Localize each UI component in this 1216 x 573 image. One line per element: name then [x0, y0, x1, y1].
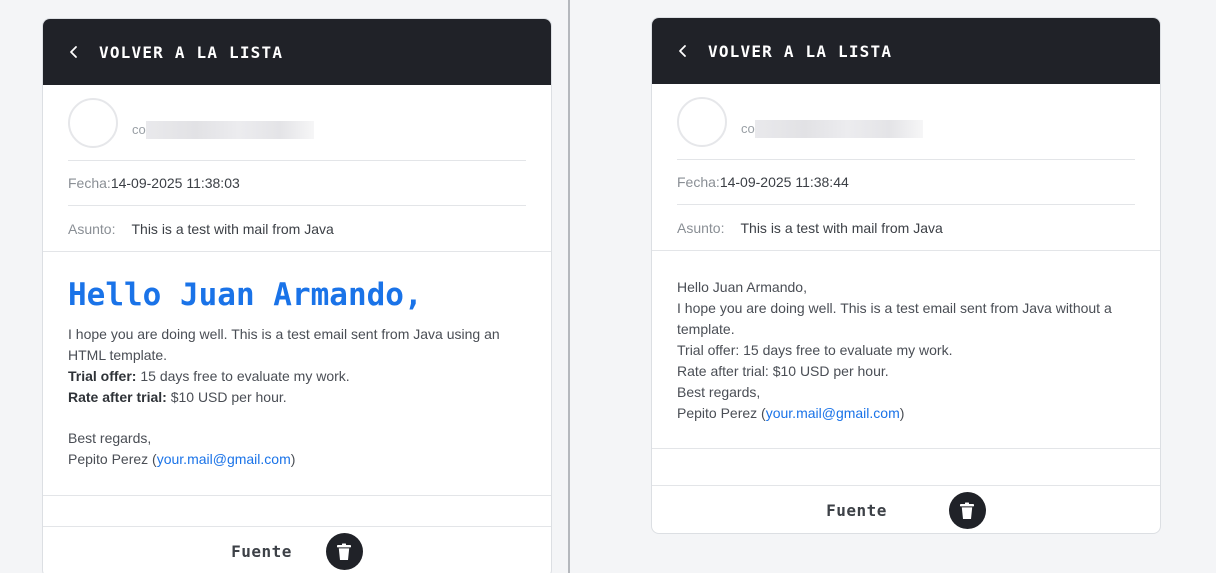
divider — [43, 495, 551, 496]
subject-value: This is a test with mail from Java — [740, 219, 943, 236]
date-value: 14-09-2025 11:38:03 — [110, 175, 240, 191]
subject-label: Asunto: — [677, 219, 725, 236]
back-to-list-button[interactable]: VOLVER A LA LISTA — [676, 42, 892, 61]
card-header: VOLVER A LA LISTA — [652, 18, 1160, 84]
sender-row: co — [68, 85, 526, 161]
chevron-left-icon — [70, 46, 77, 58]
sender-address: co — [741, 119, 923, 138]
back-to-list-label: VOLVER A LA LISTA — [99, 42, 284, 62]
view-source-button[interactable]: Fuente — [826, 501, 887, 520]
trial-offer-value: 15 days free to evaluate my work. — [136, 368, 350, 384]
email-body: Hello Juan Armando, I hope you are doing… — [43, 252, 551, 495]
rate-value: $10 USD per hour. — [166, 389, 287, 405]
greeting-line: Hello Juan Armando, — [677, 279, 807, 295]
subject-value: This is a test with mail from Java — [131, 220, 334, 237]
divider — [652, 448, 1160, 485]
card-footer: Fuente — [43, 526, 551, 573]
date-value: 14-09-2025 11:38:44 — [719, 174, 849, 190]
greeting-heading: Hello Juan Armando, — [68, 277, 423, 313]
regards-line: Best regards, — [677, 384, 761, 400]
sender-row: co — [677, 84, 1135, 160]
rate-label: Rate after trial: — [68, 389, 167, 405]
trash-icon — [960, 502, 975, 519]
avatar — [677, 96, 727, 147]
sender-prefix: co — [132, 122, 146, 137]
signature-email-link[interactable]: your.mail@gmail.com — [157, 451, 291, 467]
sender-prefix: co — [741, 121, 755, 136]
delete-button[interactable] — [948, 492, 986, 529]
regards-line: Best regards, — [68, 430, 152, 446]
card-footer: Fuente — [652, 485, 1160, 533]
trial-offer-line: Trial offer: 15 days free to evaluate my… — [677, 342, 953, 358]
trial-offer-label: Trial offer: — [68, 368, 137, 384]
rate-line: Rate after trial: $10 USD per hour. — [677, 363, 889, 379]
sender-address: co — [132, 120, 314, 139]
signature-line: Pepito Perez (your.mail@gmail.com) — [677, 403, 1135, 424]
delete-button[interactable] — [325, 533, 363, 570]
signature-close: ) — [290, 451, 296, 467]
date-row: Fecha: 14-09-2025 11:38:44 — [677, 160, 1135, 205]
date-label: Fecha: — [68, 175, 111, 191]
subject-label: Asunto: — [68, 220, 116, 237]
redacted-sender — [145, 120, 314, 139]
signature-name: Pepito Perez ( — [68, 451, 157, 467]
email-body: Hello Juan Armando, I hope you are doing… — [652, 251, 1160, 448]
rate-line: Rate after trial: $10 USD per hour. — [68, 387, 526, 408]
right-pane: VOLVER A LA LISTA co Fecha: 14-09-2025 1… — [570, 0, 1216, 573]
email-meta: co Fecha: 14-09-2025 11:38:03 Asunto: Th… — [43, 85, 551, 251]
back-to-list-label: VOLVER A LA LISTA — [708, 41, 893, 61]
body-paragraph: I hope you are doing well. This is a tes… — [677, 300, 1112, 337]
subject-row: Asunto: This is a test with mail from Ja… — [68, 206, 526, 251]
avatar — [68, 97, 118, 148]
trash-icon — [337, 543, 352, 560]
date-label: Fecha: — [677, 174, 720, 190]
chevron-left-icon — [679, 45, 686, 57]
back-to-list-button[interactable]: VOLVER A LA LISTA — [67, 43, 283, 62]
trial-offer-line: Trial offer: 15 days free to evaluate my… — [68, 366, 526, 387]
subject-row: Asunto: This is a test with mail from Ja… — [677, 205, 1135, 250]
email-meta: co Fecha: 14-09-2025 11:38:44 Asunto: Th… — [652, 84, 1160, 250]
redacted-sender — [754, 119, 923, 138]
date-row: Fecha: 14-09-2025 11:38:03 — [68, 161, 526, 206]
signature-email-link[interactable]: your.mail@gmail.com — [766, 405, 900, 421]
signature-close: ) — [899, 405, 905, 421]
email-detail-card-html: VOLVER A LA LISTA co Fecha: 14-09-2025 1… — [42, 18, 552, 573]
email-detail-card-plain: VOLVER A LA LISTA co Fecha: 14-09-2025 1… — [651, 17, 1161, 534]
card-header: VOLVER A LA LISTA — [43, 19, 551, 85]
left-pane: VOLVER A LA LISTA co Fecha: 14-09-2025 1… — [0, 0, 569, 573]
body-paragraph: I hope you are doing well. This is a tes… — [68, 326, 500, 363]
signature-line: Pepito Perez (your.mail@gmail.com) — [68, 449, 526, 470]
view-source-button[interactable]: Fuente — [231, 542, 292, 561]
signature-name: Pepito Perez ( — [677, 405, 766, 421]
